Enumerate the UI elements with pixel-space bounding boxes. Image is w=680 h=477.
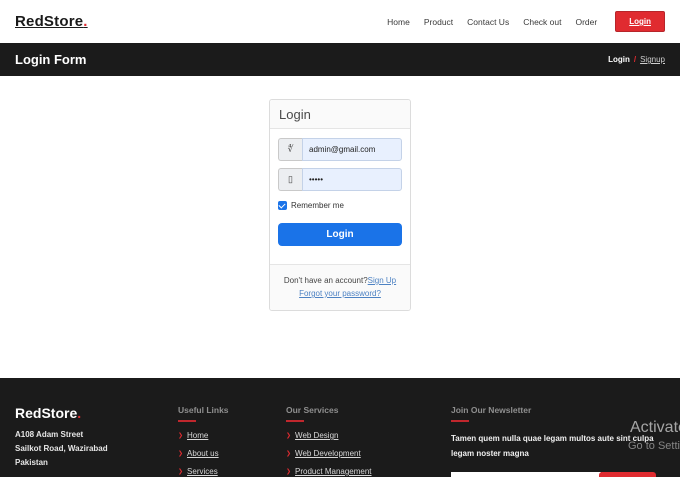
login-submit-button[interactable]: Login — [278, 223, 402, 246]
footer-brand-name: RedStore — [15, 405, 78, 421]
footer-link-home[interactable]: Home — [187, 431, 208, 440]
footer-link-web-development[interactable]: Web Development — [295, 449, 361, 458]
chevron-right-icon: ❯ — [178, 451, 184, 457]
page-title: Login Form — [15, 52, 87, 67]
footer-brand-logo: RedStore. — [15, 405, 178, 421]
email-input-group: ∜ — [278, 138, 402, 161]
newsletter-form: Subscribe — [451, 472, 656, 477]
password-field[interactable] — [302, 168, 402, 191]
footer-address: A108 Adam Street Sailkot Road, Wazirabad… — [15, 428, 178, 470]
brand-logo[interactable]: RedStore. — [15, 13, 88, 30]
remember-me-label: Remember me — [291, 201, 344, 210]
footer-link-row: ❯ Home — [178, 431, 286, 440]
footer-link-row: ❯ Web Development — [286, 449, 451, 458]
password-icon: ▯ — [278, 168, 302, 191]
footer-link-services[interactable]: Services — [187, 467, 218, 476]
footer-useful-links-column: Useful Links ❯Home ❯About us ❯Services ❯… — [178, 405, 286, 477]
brand-dot: . — [83, 13, 88, 30]
chevron-right-icon: ❯ — [178, 469, 184, 475]
email-field[interactable] — [302, 138, 402, 161]
breadcrumb-separator: / — [633, 55, 637, 64]
nav-login-button[interactable]: Login — [615, 11, 665, 32]
nav-item-home[interactable]: Home — [387, 17, 410, 27]
nav-item-order[interactable]: Order — [575, 17, 597, 27]
page-banner: Login Form Login / Signup — [0, 43, 680, 76]
login-card-title: Login — [270, 100, 410, 129]
breadcrumb-signup-link[interactable]: Signup — [640, 55, 665, 64]
footer-link-web-design[interactable]: Web Design — [295, 431, 338, 440]
footer-link-row: ❯ Product Management — [286, 467, 451, 476]
chevron-right-icon: ❯ — [286, 469, 292, 475]
newsletter-email-input[interactable] — [451, 472, 601, 477]
password-input-group: ▯ — [278, 168, 402, 191]
our-services-title: Our Services — [286, 405, 339, 415]
address-line: Pakistan — [15, 458, 48, 467]
chevron-right-icon: ❯ — [286, 433, 292, 439]
nav-item-product[interactable]: Product — [424, 17, 453, 27]
footer-brand-column: RedStore. A108 Adam Street Sailkot Road,… — [15, 405, 178, 477]
footer-brand-dot: . — [77, 405, 82, 421]
brand-name: RedStore — [15, 13, 84, 30]
nav-links: Home Product Contact Us Check out Order … — [387, 11, 665, 32]
red-underline-bar — [286, 420, 304, 422]
footer-newsletter-column: Join Our Newsletter Tamen quem nulla qua… — [451, 405, 665, 477]
signup-link[interactable]: Sign Up — [368, 276, 396, 285]
main-content: Login ∜ ▯ Remember me Login Don't have a… — [0, 99, 680, 378]
breadcrumb: Login / Signup — [608, 55, 665, 64]
useful-links-title: Useful Links — [178, 405, 229, 415]
remember-me-row: Remember me — [278, 201, 402, 210]
page-footer: RedStore. A108 Adam Street Sailkot Road,… — [0, 378, 680, 477]
nav-item-check-out[interactable]: Check out — [523, 17, 561, 27]
footer-link-row: ❯ Web Design — [286, 431, 451, 440]
chevron-right-icon: ❯ — [286, 451, 292, 457]
footer-link-product-management[interactable]: Product Management — [295, 467, 372, 476]
login-card-footer: Don't have an account?Sign Up Forgot you… — [270, 264, 410, 310]
email-icon: ∜ — [278, 138, 302, 161]
login-card-body: ∜ ▯ Remember me Login — [270, 129, 410, 264]
newsletter-text: Tamen quem nulla quae legam multos aute … — [451, 434, 654, 458]
login-card: Login ∜ ▯ Remember me Login Don't have a… — [269, 99, 411, 311]
footer-link-row: ❯ Services — [178, 467, 286, 476]
remember-me-checkbox[interactable] — [278, 201, 287, 210]
address-line: Sailkot Road, Wazirabad — [15, 444, 108, 453]
newsletter-title: Join Our Newsletter — [451, 405, 532, 415]
chevron-right-icon: ❯ — [178, 433, 184, 439]
footer-link-row: ❯ About us — [178, 449, 286, 458]
breadcrumb-login: Login — [608, 55, 630, 64]
red-underline-bar — [451, 420, 469, 422]
footer-link-about-us[interactable]: About us — [187, 449, 219, 458]
no-account-text: Don't have an account? — [283, 276, 368, 285]
top-navbar: RedStore. Home Product Contact Us Check … — [0, 0, 680, 43]
footer-services-column: Our Services ❯ Web Design ❯ Web Developmen… — [286, 405, 451, 477]
nav-item-contact-us[interactable]: Contact Us — [467, 17, 509, 27]
red-underline-bar — [178, 420, 196, 422]
subscribe-button[interactable]: Subscribe — [599, 472, 656, 477]
forgot-password-link[interactable]: Forgot your password? — [299, 289, 381, 298]
address-line: A108 Adam Street — [15, 430, 84, 439]
